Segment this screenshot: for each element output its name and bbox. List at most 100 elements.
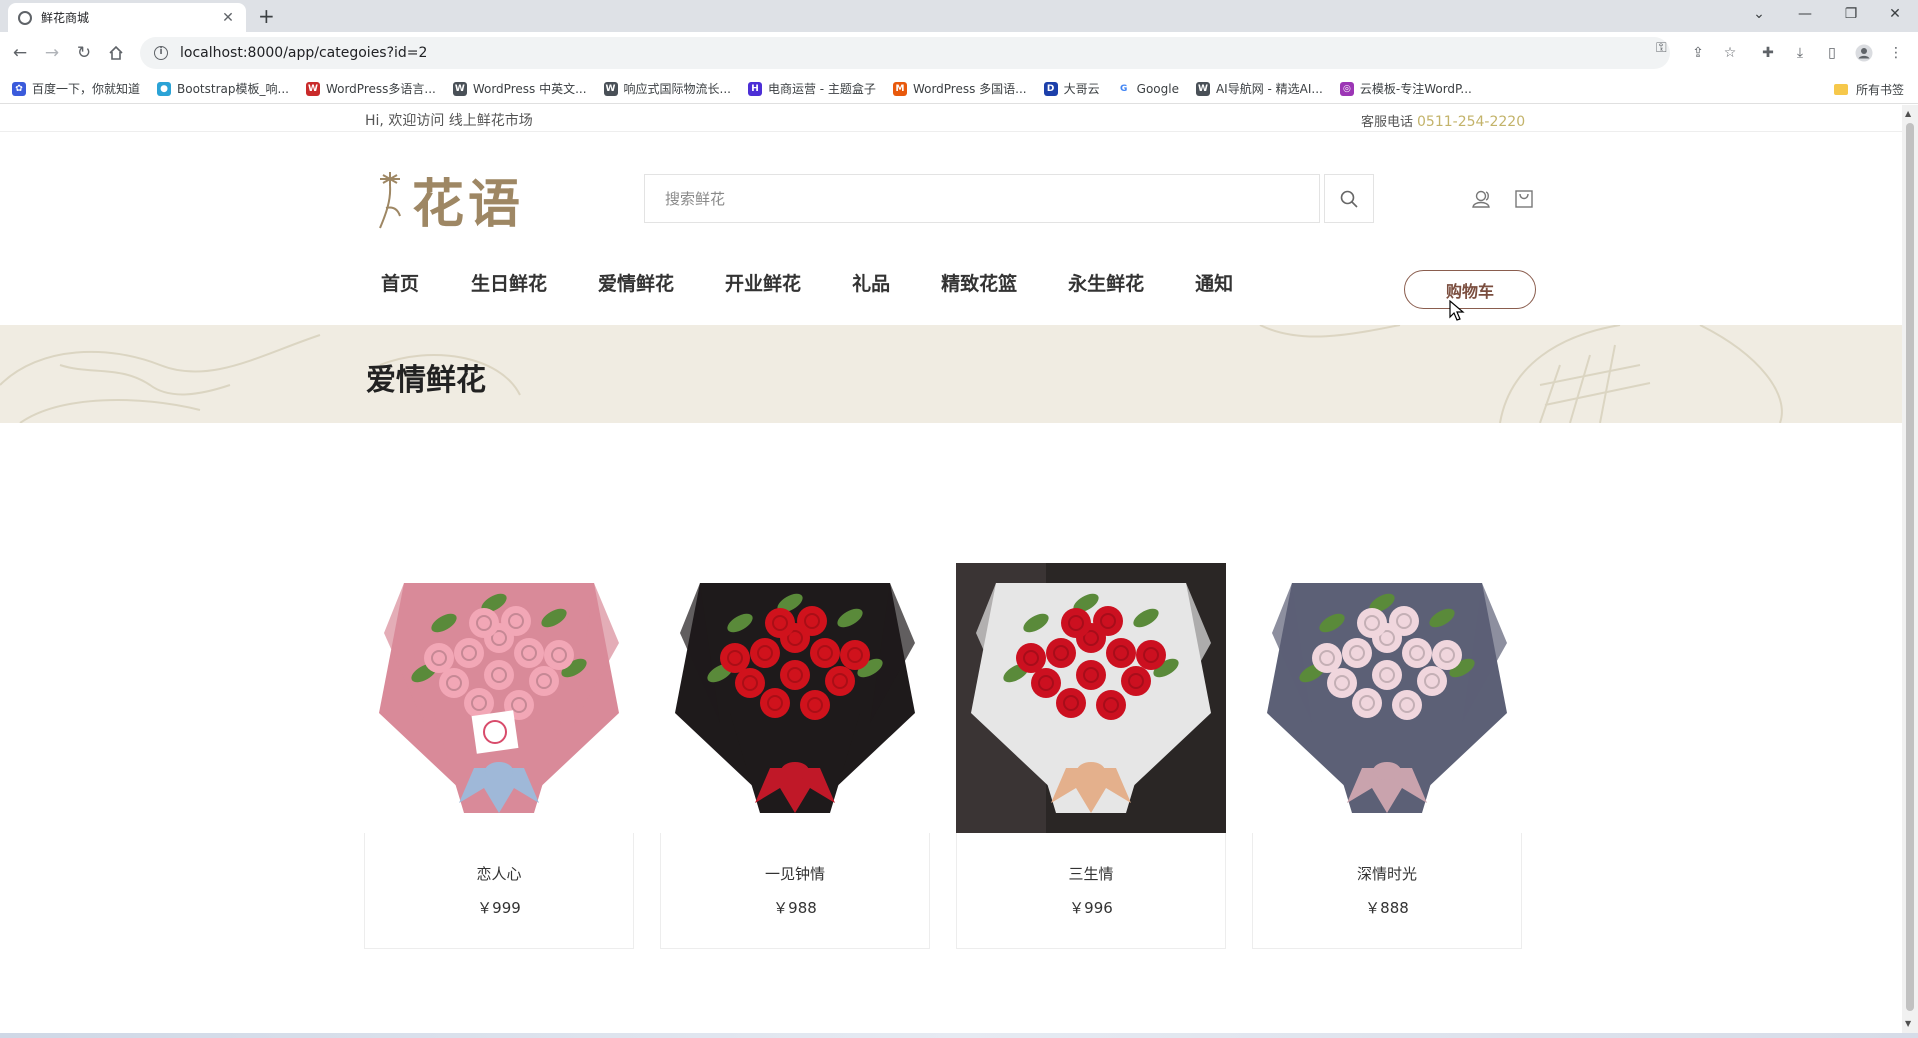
product-info: 一见钟情 ￥988	[660, 833, 930, 949]
browser-tab[interactable]: 鲜花商城 ✕	[8, 3, 246, 32]
bookmark-item[interactable]: W AI导航网 - 精选AI...	[1195, 80, 1323, 97]
bookmarks-bar: ✿ 百度一下，你就知道 ● Bootstrap模板_响... W WordPress多语言…	[0, 74, 1918, 104]
product-image[interactable]	[660, 563, 930, 833]
bookmark-item[interactable]: ◎ 云模板-专注WordP...	[1339, 80, 1472, 97]
product-name[interactable]: 恋人心	[365, 863, 633, 884]
menu-kebab-icon[interactable]: ⋮	[1886, 43, 1906, 63]
chevron-down-icon[interactable]: ⌄	[1736, 0, 1782, 28]
product-name[interactable]: 三生情	[957, 863, 1225, 884]
key-icon[interactable]: ⚿	[1656, 40, 1667, 56]
bookmark-favicon-icon: W	[305, 81, 320, 96]
nav-item[interactable]: 生日鲜花	[455, 269, 563, 299]
product-price: ￥988	[773, 899, 817, 917]
puzzle-icon[interactable]: ✚	[1758, 43, 1778, 63]
bookmark-item[interactable]: ● Bootstrap模板_响...	[157, 80, 289, 97]
search-input[interactable]	[644, 174, 1320, 223]
bookmark-label: 云模板-专注WordP...	[1359, 82, 1472, 96]
nav-item[interactable]: 开业鲜花	[709, 269, 817, 299]
bookmark-favicon-icon: D	[1043, 81, 1058, 96]
url-text: localhost:8000/app/categoies?id=2	[180, 45, 428, 61]
site-logo[interactable]: 花语	[372, 163, 552, 235]
product-name[interactable]: 深情时光	[1253, 863, 1521, 884]
home-icon[interactable]	[104, 41, 128, 65]
bookmark-item[interactable]: G Google	[1116, 81, 1179, 96]
tab-title: 鲜花商城	[41, 11, 90, 25]
bag-icon[interactable]	[1512, 187, 1536, 211]
bookmark-item[interactable]: H 电商运营 - 主题盒子	[747, 80, 876, 97]
product-price: ￥888	[1365, 899, 1409, 917]
bookmark-label: 电商运营 - 主题盒子	[767, 82, 876, 96]
close-icon[interactable]: ✕	[220, 10, 236, 26]
reload-button[interactable]: ↻	[72, 41, 96, 65]
product-image[interactable]	[1252, 563, 1522, 833]
nav-item[interactable]: 礼品	[836, 269, 906, 299]
taskbar-strip	[0, 1033, 1918, 1038]
bouquet-image	[379, 583, 619, 813]
minimize-button[interactable]: —	[1782, 0, 1828, 28]
product-card[interactable]: 三生情 ￥996	[956, 563, 1226, 949]
product-card[interactable]: 恋人心 ￥999	[364, 563, 634, 949]
product-info: 三生情 ￥996	[956, 833, 1226, 949]
bookmark-label: AI导航网 - 精选AI...	[1215, 82, 1323, 96]
back-button[interactable]: ←	[8, 41, 32, 65]
bookmark-label: 百度一下，你就知道	[32, 82, 141, 96]
product-image[interactable]	[364, 563, 634, 833]
bookmark-item[interactable]: M WordPress 多国语...	[892, 80, 1027, 97]
product-image[interactable]	[956, 563, 1226, 833]
flower-logo-icon	[379, 172, 401, 229]
forward-button[interactable]: →	[40, 41, 64, 65]
scroll-up-icon[interactable]: ▲	[1905, 109, 1911, 118]
profile-icon[interactable]	[1854, 43, 1874, 63]
share-icon[interactable]: ⇪	[1688, 43, 1708, 63]
all-bookmarks[interactable]: 所有书签	[1833, 81, 1904, 98]
info-icon[interactable]: i	[154, 46, 168, 60]
window-close-button[interactable]: ✕	[1872, 0, 1918, 28]
star-icon[interactable]: ☆	[1720, 43, 1740, 63]
nav-item[interactable]: 精致花篮	[925, 269, 1033, 299]
bookmark-item[interactable]: D 大哥云	[1043, 80, 1100, 97]
bookmark-item[interactable]: W WordPress 中英文...	[452, 80, 587, 97]
logo-text: 花语	[412, 173, 525, 235]
bookmark-favicon-icon: M	[892, 81, 907, 96]
phone-number[interactable]: 0511-254-2220	[1417, 114, 1525, 130]
service-phone: 客服电话 0511-254-2220	[1361, 114, 1526, 130]
browser-tabstrip: 鲜花商城 ✕ + ⌄ — ❐ ✕	[0, 0, 1918, 32]
page-viewport: Hi, 欢迎访问 线上鲜花市场 客服电话 0511-254-2220 花语 搜索…	[0, 105, 1902, 1033]
user-icon[interactable]	[1470, 187, 1494, 211]
mouse-cursor-icon	[1449, 300, 1465, 321]
bookmark-label: 响应式国际物流长...	[623, 82, 731, 96]
folder-icon	[1833, 84, 1848, 95]
nav-item[interactable]: 首页	[365, 269, 435, 299]
product-card[interactable]: 一见钟情 ￥988	[660, 563, 930, 949]
sidepanel-icon[interactable]: ▯	[1822, 43, 1842, 63]
product-card[interactable]: 深情时光 ￥888	[1252, 563, 1522, 949]
nav-item[interactable]: 通知	[1179, 269, 1249, 299]
product-price: ￥999	[477, 899, 521, 917]
search-icon	[1340, 190, 1358, 208]
bookmark-favicon-icon: H	[747, 81, 762, 96]
bookmark-favicon-icon: W	[603, 81, 618, 96]
bouquet-image	[1267, 583, 1507, 813]
bookmark-favicon-icon: ◎	[1339, 81, 1354, 96]
search-button[interactable]	[1324, 174, 1374, 223]
scroll-down-icon[interactable]: ▼	[1905, 1019, 1911, 1028]
nav-item[interactable]: 爱情鲜花	[582, 269, 690, 299]
page-title: 爱情鲜花	[366, 363, 486, 398]
page-scrollbar[interactable]: ▲ ▼	[1902, 105, 1918, 1033]
bookmark-item[interactable]: ✿ 百度一下，你就知道	[12, 80, 140, 97]
bookmark-item[interactable]: W WordPress多语言...	[305, 80, 436, 97]
bookmark-item[interactable]: W 响应式国际物流长...	[603, 80, 731, 97]
bookmark-label: Google	[1136, 81, 1179, 96]
banner-pattern	[0, 325, 1783, 423]
bookmark-label: WordPress 多国语...	[912, 82, 1027, 96]
nav-item[interactable]: 永生鲜花	[1052, 269, 1160, 299]
product-name[interactable]: 一见钟情	[661, 863, 929, 884]
product-info: 深情时光 ￥888	[1252, 833, 1522, 949]
address-bar[interactable]: i localhost:8000/app/categoies?id=2	[140, 37, 1670, 69]
scroll-thumb[interactable]	[1906, 123, 1914, 1011]
restore-button[interactable]: ❐	[1828, 0, 1874, 28]
download-icon[interactable]: ⤓	[1790, 43, 1810, 63]
cart-button[interactable]: 购物车	[1404, 270, 1536, 309]
bookmark-favicon-icon: ✿	[12, 81, 26, 96]
new-tab-button[interactable]: +	[258, 4, 275, 28]
